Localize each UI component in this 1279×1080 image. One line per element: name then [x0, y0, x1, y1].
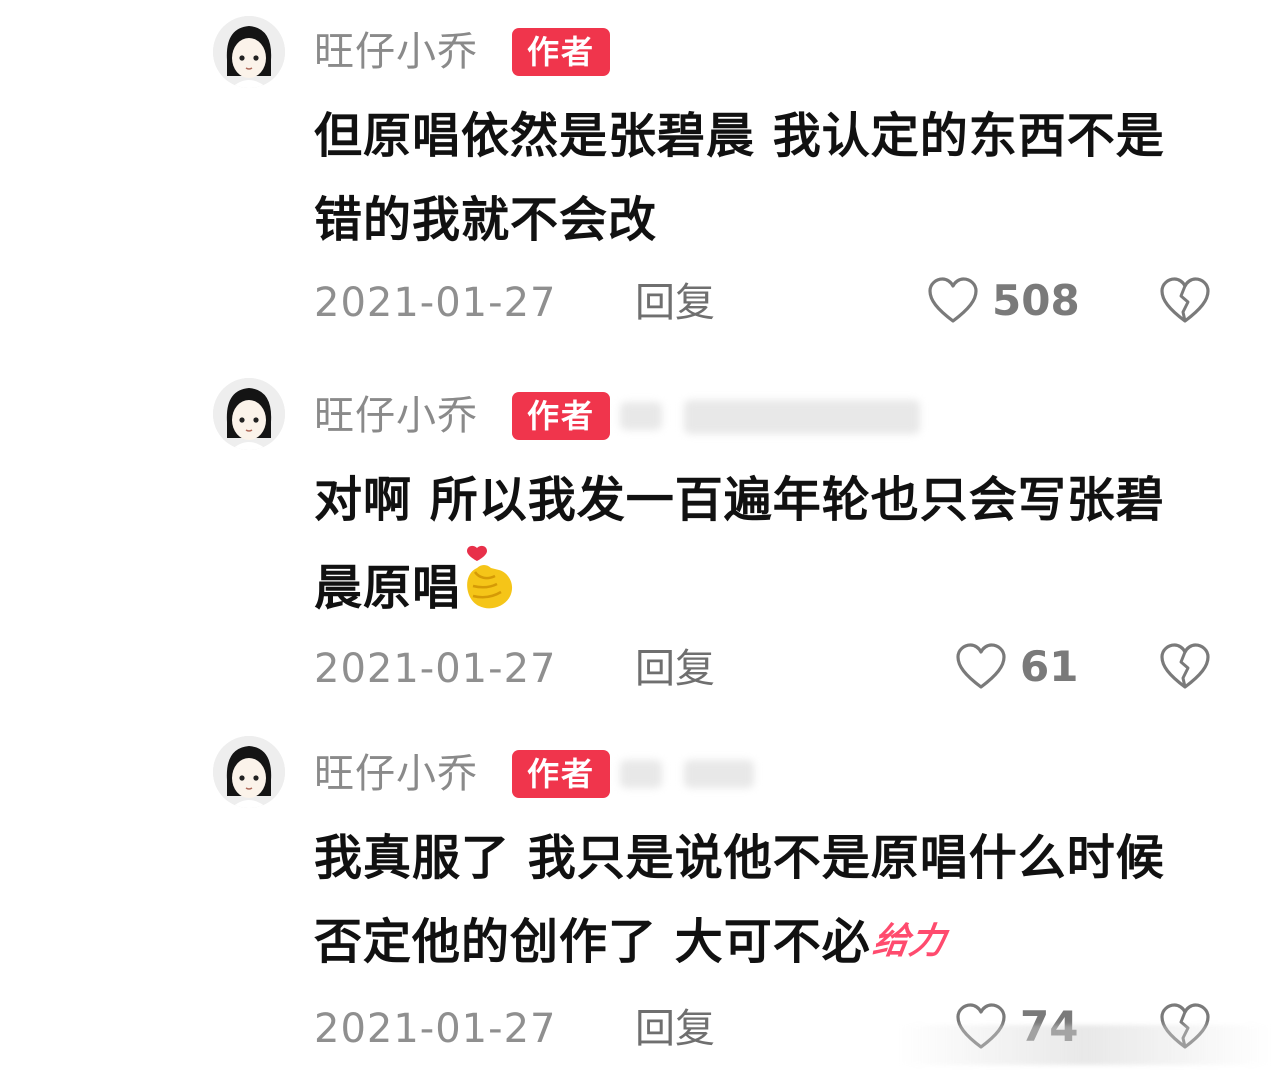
sticker-text: 给力 [869, 921, 948, 962]
finger-heart-emoji [461, 542, 517, 640]
blurred-reply-target [620, 760, 662, 788]
watermark-overlay [900, 1025, 1270, 1065]
heart-icon [956, 643, 1006, 689]
username[interactable]: 旺仔小乔 [314, 748, 478, 800]
blurred-reply-target [684, 400, 920, 434]
broken-heart-icon [1160, 277, 1210, 323]
author-badge: 作者 [512, 750, 610, 798]
reply-button[interactable]: 回复 [635, 644, 715, 694]
author-badge: 作者 [512, 392, 610, 440]
dislike-button[interactable] [1158, 274, 1212, 328]
avatar[interactable] [213, 736, 285, 808]
dislike-button[interactable] [1158, 640, 1212, 694]
avatar[interactable] [213, 16, 285, 88]
avatar-image [213, 736, 285, 808]
comment-date: 2021-01-27 [314, 1006, 557, 1052]
comment-date: 2021-01-27 [314, 646, 557, 692]
comment-text-content: 对啊 所以我发一百遍年轮也只会写张碧晨原唱 [314, 472, 1165, 616]
comment-text: 对啊 所以我发一百遍年轮也只会写张碧晨原唱 [314, 458, 1194, 640]
reply-button[interactable]: 回复 [635, 278, 715, 328]
like-count: 61 [1020, 642, 1079, 691]
blurred-reply-target [620, 402, 662, 430]
author-badge: 作者 [512, 28, 610, 76]
avatar-image [213, 16, 285, 88]
broken-heart-icon [1160, 643, 1210, 689]
comment-text-content: 我真服了 我只是说他不是原唱什么时候否定他的创作了 大可不必 [314, 830, 1165, 970]
reply-button[interactable]: 回复 [635, 1004, 715, 1054]
avatar-image [213, 378, 285, 450]
username[interactable]: 旺仔小乔 [314, 26, 478, 78]
avatar[interactable] [213, 378, 285, 450]
blurred-reply-target [684, 760, 754, 788]
like-count: 508 [992, 276, 1080, 325]
heart-icon [928, 277, 978, 323]
like-button[interactable]: 61 [954, 640, 1078, 694]
username[interactable]: 旺仔小乔 [314, 390, 478, 442]
comment-date: 2021-01-27 [314, 280, 557, 326]
comment-text: 我真服了 我只是说他不是原唱什么时候否定他的创作了 大可不必给力 [314, 816, 1194, 984]
like-button[interactable]: 508 [926, 274, 1080, 328]
comment-text: 但原唱依然是张碧晨 我认定的东西不是错的我就不会改 [314, 108, 1165, 248]
